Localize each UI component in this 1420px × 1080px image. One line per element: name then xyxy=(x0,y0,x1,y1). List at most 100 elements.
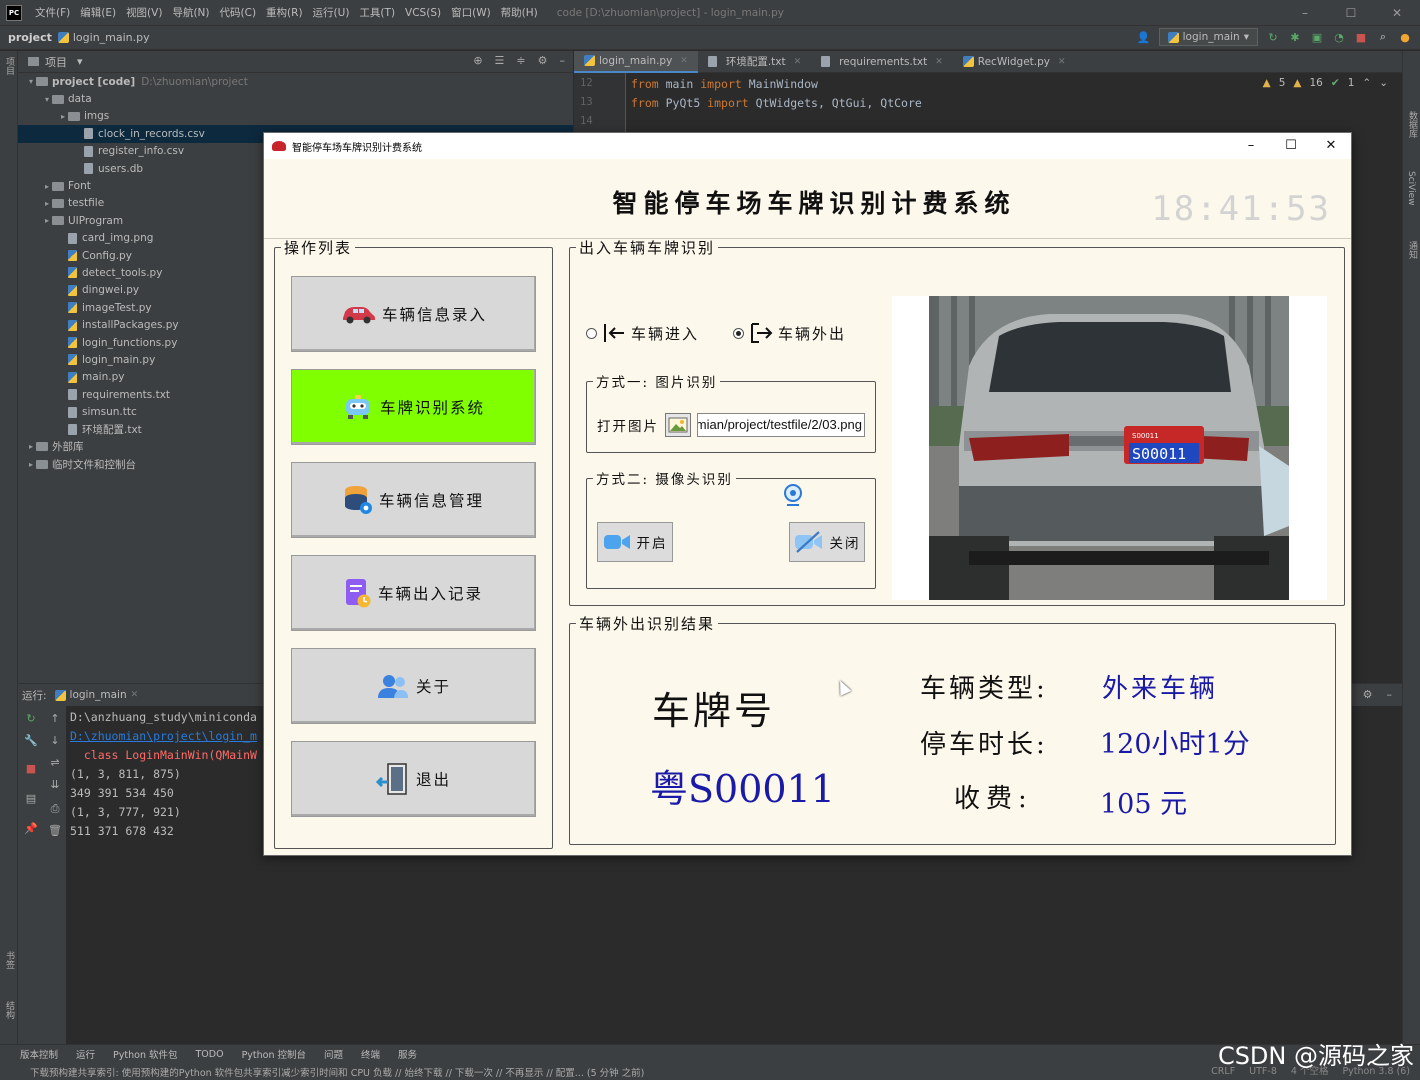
coverage-icon[interactable]: ▣ xyxy=(1310,30,1324,44)
menu-item[interactable]: 工具(T) xyxy=(354,0,400,26)
rerun-icon[interactable]: ↻ xyxy=(24,712,38,726)
bottom-tool-tab[interactable]: 运行 xyxy=(76,1047,95,1061)
close-icon[interactable]: ✕ xyxy=(1374,0,1420,26)
search-icon[interactable]: ⌕ xyxy=(1376,30,1390,44)
bottom-tool-tab[interactable]: Python 软件包 xyxy=(113,1047,177,1061)
console-output[interactable]: D:\anzhuang_study\miniconda D:\zhuomian\p… xyxy=(70,710,257,843)
camera-close-button[interactable]: 关闭 xyxy=(789,522,865,562)
chevron-down-icon[interactable]: ⌄ xyxy=(1379,77,1388,89)
radio-enter-indicator[interactable] xyxy=(586,327,597,339)
minimize-icon[interactable]: – xyxy=(1282,0,1328,26)
close-icon[interactable]: ✕ xyxy=(1058,57,1066,67)
chevron-right-icon[interactable]: ▸ xyxy=(26,442,36,451)
close-icon[interactable]: ✕ xyxy=(680,56,688,66)
radio-vehicle-exit[interactable]: 车辆外出 xyxy=(733,322,846,344)
menu-item[interactable]: 编辑(E) xyxy=(75,0,121,26)
tree-folder[interactable]: ▸ imgs xyxy=(18,108,573,125)
print-icon[interactable]: ⎙ xyxy=(48,802,62,816)
minimize-icon[interactable]: – xyxy=(1231,133,1271,159)
close-icon[interactable]: ✕ xyxy=(794,57,802,67)
bottom-tool-tab[interactable]: 版本控制 xyxy=(20,1047,58,1061)
tree-folder[interactable]: ▾ data xyxy=(18,90,573,107)
vehicle-records-button[interactable]: 车辆出入记录 xyxy=(291,555,536,631)
breadcrumb-file[interactable]: login_main.py xyxy=(57,31,150,44)
vehicle-info-entry-button[interactable]: 车辆信息录入 xyxy=(291,276,536,352)
arrow-down-icon[interactable]: ↓ xyxy=(48,734,62,748)
vehicle-info-management-button[interactable]: 车辆信息管理 xyxy=(291,462,536,538)
run-tab[interactable]: login_main ✕ xyxy=(54,689,139,701)
close-icon[interactable]: ✕ xyxy=(1311,133,1351,159)
close-icon[interactable]: ✕ xyxy=(131,690,139,700)
profile-icon[interactable]: ◔ xyxy=(1332,30,1346,44)
chevron-right-icon[interactable]: ▸ xyxy=(42,182,52,191)
layout-icon[interactable]: ▤ xyxy=(24,792,38,806)
editor-tab[interactable]: requirements.txt ✕ xyxy=(811,51,953,73)
chevron-down-icon[interactable]: ▾ xyxy=(42,95,52,104)
radio-vehicle-enter[interactable]: 车辆进入 xyxy=(586,322,699,344)
pin-icon[interactable]: 📌 xyxy=(24,822,38,836)
settings-gear-icon[interactable]: ⚙ xyxy=(1363,688,1373,701)
menu-item[interactable]: 文件(F) xyxy=(30,0,75,26)
run-config-selector[interactable]: login_main ▾ xyxy=(1158,28,1258,46)
maximize-icon[interactable]: ☐ xyxy=(1271,133,1311,159)
menu-item[interactable]: 导航(N) xyxy=(167,0,214,26)
chevron-down-icon[interactable]: ▾ xyxy=(26,77,36,86)
chevron-up-icon[interactable]: ⌃ xyxy=(1362,77,1371,89)
soft-wrap-icon[interactable]: ⇌ xyxy=(48,756,62,770)
debug-icon[interactable]: ✱ xyxy=(1288,30,1302,44)
menu-item[interactable]: 视图(V) xyxy=(121,0,167,26)
settings-gear-icon[interactable]: ⚙ xyxy=(538,54,548,67)
collapse-all-icon[interactable]: ≑ xyxy=(516,54,525,67)
console-line[interactable]: D:\zhuomian\project\login_m xyxy=(70,729,257,748)
status-message[interactable]: 下载预构建共享索引: 使用预构建的Python 软件包共享索引减少索引时间和 C… xyxy=(30,1065,644,1079)
trash-icon[interactable]: 🗑 xyxy=(48,824,62,838)
open-image-button[interactable] xyxy=(665,413,691,437)
tool-tab-sciview[interactable]: SciView xyxy=(1406,171,1416,206)
rerun-icon[interactable]: ↻ xyxy=(1266,30,1280,44)
bottom-tool-tab[interactable]: TODO xyxy=(195,1049,223,1060)
scroll-end-icon[interactable]: ⇊ xyxy=(48,778,62,792)
image-path-input[interactable]: D:/zhuomian/project/testfile/2/03.png xyxy=(697,413,865,437)
tool-tab-database[interactable]: 数据库 xyxy=(1406,111,1419,138)
chevron-right-icon[interactable]: ▸ xyxy=(42,199,52,208)
tool-tab-bookmarks[interactable]: 书签 xyxy=(2,951,16,969)
stop-icon[interactable]: ■ xyxy=(24,762,38,776)
tree-folder[interactable]: ▾ project [code] D:\zhuomian\project xyxy=(18,73,573,90)
menu-item[interactable]: 窗口(W) xyxy=(446,0,496,26)
editor-tab[interactable]: login_main.py ✕ xyxy=(574,50,698,73)
update-icon[interactable]: ● xyxy=(1398,30,1412,44)
tool-tab-project[interactable]: 项目 xyxy=(2,57,16,75)
maximize-icon[interactable]: ☐ xyxy=(1328,0,1374,26)
stop-icon[interactable]: ■ xyxy=(1354,30,1368,44)
expand-all-icon[interactable]: ☰ xyxy=(495,54,505,67)
hide-panel-icon[interactable]: – xyxy=(1387,688,1393,701)
chevron-right-icon[interactable]: ▸ xyxy=(26,460,36,469)
menu-item[interactable]: 帮助(H) xyxy=(496,0,543,26)
tool-tab-notifications[interactable]: 通知 xyxy=(1406,241,1419,259)
about-button[interactable]: 关于 xyxy=(291,648,536,724)
arrow-up-icon[interactable]: ↑ xyxy=(48,712,62,726)
wrench-icon[interactable]: 🔧 xyxy=(24,734,38,748)
project-panel-title[interactable]: 项目 xyxy=(45,54,67,70)
bottom-tool-tab[interactable]: Python 控制台 xyxy=(242,1047,306,1061)
plate-recognition-button[interactable]: 车牌识别系统 xyxy=(291,369,536,445)
exit-button[interactable]: 退出 xyxy=(291,741,536,817)
menu-item[interactable]: VCS(S) xyxy=(400,0,446,26)
chevron-right-icon[interactable]: ▸ xyxy=(42,216,52,225)
bottom-tool-tab[interactable]: 服务 xyxy=(398,1047,417,1061)
close-icon[interactable]: ✕ xyxy=(935,57,943,67)
bottom-tool-tab[interactable]: 终端 xyxy=(361,1047,380,1061)
menu-item[interactable]: 运行(U) xyxy=(308,0,355,26)
user-icon[interactable]: 👤 xyxy=(1137,30,1151,44)
bottom-tool-tab[interactable]: 问题 xyxy=(324,1047,343,1061)
hide-panel-icon[interactable]: – xyxy=(560,54,566,67)
breadcrumb-project[interactable]: project xyxy=(0,31,58,44)
editor-tab[interactable]: 环境配置.txt ✕ xyxy=(698,51,811,73)
menu-item[interactable]: 重构(R) xyxy=(261,0,308,26)
chevron-right-icon[interactable]: ▸ xyxy=(58,112,68,121)
radio-exit-indicator[interactable] xyxy=(733,327,745,339)
camera-open-button[interactable]: 开启 xyxy=(597,522,673,562)
chevron-down-icon[interactable]: ▾ xyxy=(77,55,83,68)
menu-item[interactable]: 代码(C) xyxy=(215,0,262,26)
tool-tab-structure[interactable]: 结构 xyxy=(2,1001,16,1019)
